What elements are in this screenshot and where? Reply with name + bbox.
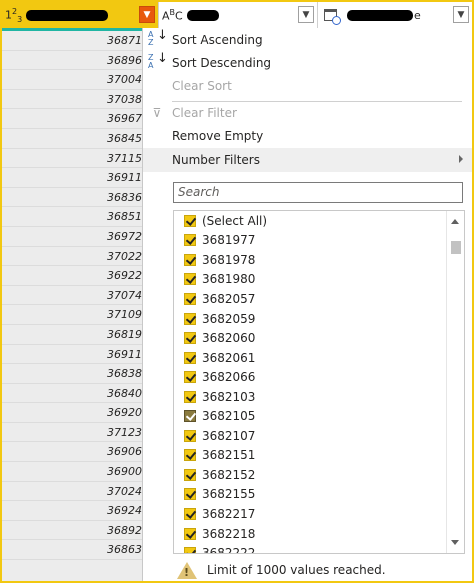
list-item[interactable]: 3682107 [174, 426, 446, 446]
list-item[interactable]: 3682103 [174, 387, 446, 407]
table-row[interactable]: 36924 [2, 501, 142, 521]
column-filter-dropdown-button[interactable]: ▼ [453, 6, 469, 23]
table-row[interactable]: 37022 [2, 247, 142, 267]
table-row[interactable]: 36900 [2, 462, 142, 482]
list-item[interactable]: 3681980 [174, 270, 446, 290]
scroll-up-arrow-icon[interactable] [451, 219, 459, 224]
table-row[interactable]: 36896 [2, 51, 142, 71]
menu-item-clear-filter[interactable]: ⊽ Clear Filter [143, 101, 473, 125]
menu-item-sort-descending[interactable]: Z A ↓ Sort Descending [143, 51, 473, 75]
table-row[interactable]: 37074 [2, 286, 142, 306]
checkbox[interactable] [184, 468, 196, 481]
table-row[interactable]: 36863 [2, 540, 142, 561]
checkbox[interactable] [184, 390, 196, 403]
checkbox[interactable] [184, 449, 196, 462]
limit-warning: ! Limit of 1000 values reached. [173, 560, 465, 580]
list-item[interactable]: 3682066 [174, 367, 446, 387]
list-item[interactable]: 3682105 [174, 406, 446, 426]
table-row[interactable]: 36851 [2, 207, 142, 227]
checkbox[interactable] [184, 312, 196, 325]
warning-icon: ! [177, 561, 197, 579]
table-row[interactable]: 36845 [2, 129, 142, 149]
table-row[interactable]: 36911 [2, 168, 142, 188]
checkbox[interactable] [184, 332, 196, 345]
sort-ascending-icon: A Z ↓ [148, 27, 168, 47]
table-row[interactable]: 37115 [2, 149, 142, 169]
sort-descending-icon: Z A ↓ [148, 50, 168, 70]
list-item[interactable]: 3682151 [174, 446, 446, 466]
table-row[interactable]: 36836 [2, 188, 142, 208]
checkbox[interactable] [184, 253, 196, 266]
filter-search-input[interactable]: Search [173, 182, 463, 203]
scroll-down-arrow-icon[interactable] [451, 540, 459, 545]
checkbox[interactable] [184, 488, 196, 501]
checkbox[interactable] [184, 351, 196, 364]
menu-item-clear-sort[interactable]: Clear Sort [143, 74, 473, 98]
list-item[interactable]: 3682059 [174, 309, 446, 329]
redacted-column-name [186, 9, 219, 21]
table-row[interactable]: 36840 [2, 384, 142, 404]
checkbox[interactable] [184, 410, 196, 423]
table-row[interactable]: 36920 [2, 403, 142, 423]
table-row[interactable]: 36967 [2, 109, 142, 129]
table-row[interactable]: 36871 [2, 31, 142, 51]
submenu-arrow-icon [459, 155, 463, 163]
list-item[interactable]: 3681978 [174, 250, 446, 270]
menu-item-number-filters[interactable]: Number Filters [143, 148, 473, 172]
table-row[interactable]: 36892 [2, 521, 142, 541]
redacted-column-name [347, 9, 413, 21]
list-item[interactable]: 3682155 [174, 485, 446, 505]
list-item-select-all[interactable]: (Select All) [174, 211, 446, 231]
checkbox[interactable] [184, 547, 196, 553]
list-item[interactable]: 3682222 [174, 543, 446, 553]
table-row[interactable]: 36838 [2, 364, 142, 384]
table-row[interactable]: 36819 [2, 325, 142, 345]
data-column: 36871 36896 37004 37038 36967 36845 37115 36911… [2, 31, 142, 581]
column-header-2[interactable]: ABC ▼ [159, 2, 318, 28]
column-filter-dropdown-button[interactable]: ▼ [298, 6, 314, 23]
filter-values-list: (Select All) 3681977 3681978 3681980 368205… [173, 210, 465, 554]
table-row[interactable]: 37004 [2, 70, 142, 90]
menu-item-remove-empty[interactable]: Remove Empty [143, 124, 473, 148]
table-row[interactable]: 37123 [2, 423, 142, 443]
table-row[interactable]: 36922 [2, 266, 142, 286]
text-type-icon[interactable]: ABC [159, 8, 187, 23]
menu-item-sort-ascending[interactable]: A Z ↓ Sort Ascending [143, 28, 473, 52]
column-filter-dropdown-button[interactable]: ▼ [139, 6, 155, 23]
checkbox[interactable] [184, 214, 196, 227]
list-item[interactable]: 3682061 [174, 348, 446, 368]
column-header-1[interactable]: 123 ▼ [2, 2, 159, 28]
checkbox[interactable] [184, 429, 196, 442]
checkbox[interactable] [184, 371, 196, 384]
column-name-suffix: e [414, 8, 421, 22]
filter-menu: A Z ↓ Sort Ascending Z A ↓ Sort Descending C… [142, 28, 473, 581]
checkbox[interactable] [184, 507, 196, 520]
table-row[interactable]: 37109 [2, 305, 142, 325]
checkbox[interactable] [184, 234, 196, 247]
list-item[interactable]: 3682060 [174, 328, 446, 348]
list-item[interactable]: 3682218 [174, 524, 446, 544]
whole-number-type-icon[interactable]: 123 [2, 7, 26, 24]
list-item[interactable]: 3682152 [174, 465, 446, 485]
filter-values-list-content: (Select All) 3681977 3681978 3681980 368205… [174, 211, 446, 553]
column-header-row: 123 ▼ ABC ▼ e ▼ [2, 2, 472, 28]
table-row[interactable]: 36911 [2, 345, 142, 365]
redacted-column-name [26, 9, 109, 21]
table-row[interactable]: 36972 [2, 227, 142, 247]
column-header-3[interactable]: e ▼ [318, 2, 472, 28]
table-row[interactable]: 36906 [2, 442, 142, 463]
table-row[interactable]: 37024 [2, 482, 142, 502]
clear-filter-icon: ⊽ [152, 106, 162, 120]
list-item[interactable]: 3682217 [174, 504, 446, 524]
checkbox[interactable] [184, 292, 196, 305]
checkbox[interactable] [184, 527, 196, 540]
checkbox[interactable] [184, 273, 196, 286]
datetime-type-icon[interactable] [324, 9, 341, 25]
list-item[interactable]: 3682057 [174, 289, 446, 309]
list-scrollbar[interactable] [446, 211, 464, 553]
table-row[interactable]: 37038 [2, 90, 142, 110]
scroll-thumb[interactable] [451, 241, 461, 254]
list-item[interactable]: 3681977 [174, 231, 446, 251]
